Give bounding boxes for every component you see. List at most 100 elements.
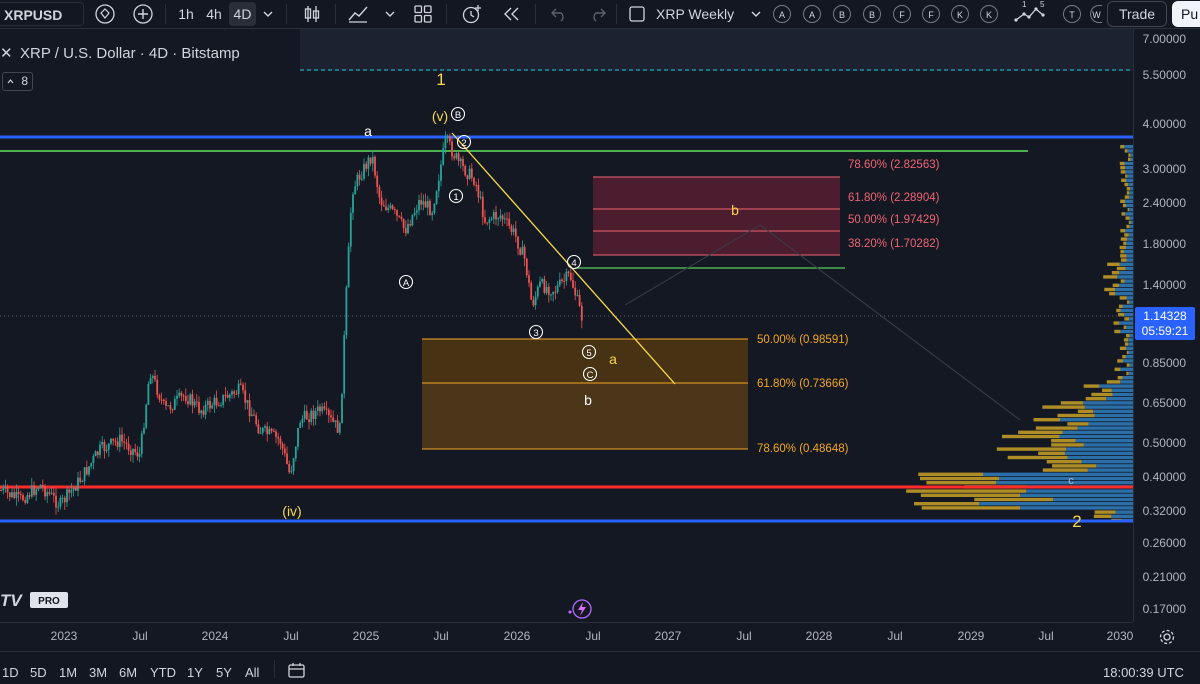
volume-profile-bar-up [1124, 195, 1130, 199]
range-5y[interactable]: 5Y [216, 665, 232, 680]
interval-4d[interactable]: 4D [229, 2, 256, 26]
publish-button[interactable]: Pu [1172, 1, 1200, 27]
calendar-icon[interactable] [287, 661, 307, 684]
volume-profile-bar-up [1114, 367, 1121, 371]
layout-square-icon[interactable] [626, 2, 648, 26]
alert-button-k[interactable]: K [980, 5, 998, 23]
alert-button-a[interactable]: A [803, 5, 821, 23]
candle-body [398, 215, 401, 217]
candle-body [387, 207, 390, 211]
candle-body [468, 168, 471, 180]
range-5d[interactable]: 5D [30, 665, 47, 680]
layout-name[interactable]: XRP Weekly [656, 2, 744, 26]
range-1m[interactable]: 1M [59, 665, 77, 680]
candle-body [453, 156, 456, 159]
volume-profile-bar-down [1066, 447, 1133, 451]
close-icon[interactable]: ✕ [0, 44, 13, 62]
candle-body [114, 440, 117, 442]
replay-icon[interactable] [498, 2, 524, 26]
price-chart[interactable]: 78.60% (2.82563) 61.80% (2.28904) 50.00%… [0, 29, 1133, 622]
price-tick: 7.00000 [1142, 32, 1186, 46]
candle-body [118, 434, 121, 447]
indicator-count-badge[interactable]: 8 [2, 72, 34, 91]
wave-label-iv: (iv) [282, 503, 301, 519]
range-1y[interactable]: 1Y [187, 665, 203, 680]
candle-body [103, 442, 106, 452]
candle-body [83, 467, 86, 482]
candle-body [90, 463, 93, 467]
utc-clock[interactable]: 18:00:39 UTC [1103, 665, 1184, 680]
interval-4h[interactable]: 4h [201, 2, 227, 26]
alert-button-k[interactable]: K [951, 5, 969, 23]
candle-body [532, 299, 535, 306]
candle-body [24, 500, 27, 503]
volume-profile-bar-down [1120, 308, 1133, 313]
candle-body [343, 335, 346, 394]
price-tick: 2.40000 [1142, 196, 1186, 210]
trade-button[interactable]: Trade [1107, 1, 1167, 27]
alert-button-f[interactable]: F [922, 5, 940, 23]
symbol-search-button[interactable]: XRPUSD [0, 2, 84, 26]
candle-body [481, 196, 484, 218]
time-tick: Jul [585, 629, 601, 643]
price-tick: 0.32000 [1142, 504, 1186, 518]
alert-clock-icon[interactable] [458, 2, 486, 26]
volume-profile-bar-down [1083, 443, 1133, 447]
interval-1h[interactable]: 1h [173, 2, 199, 26]
layout-grid-icon[interactable] [410, 2, 436, 26]
lightning-icon[interactable] [568, 599, 592, 619]
settings-gear-icon[interactable] [1158, 628, 1176, 651]
volume-profile-bar-up [1118, 313, 1125, 317]
time-tick: 2030 [1106, 629, 1134, 643]
candlestick-series [0, 131, 583, 515]
diamond-icon[interactable] [92, 2, 118, 26]
candle-body [470, 168, 473, 178]
chevron-down-icon[interactable] [747, 2, 765, 26]
volume-profile-bar-down [1124, 199, 1133, 203]
candle-body [475, 184, 478, 186]
candle-body [193, 401, 196, 406]
volume-profile-bar-up [918, 472, 984, 476]
chevron-down-icon[interactable] [259, 2, 277, 26]
candle-body [547, 286, 550, 295]
w-tool-button[interactable]: W [1090, 5, 1102, 23]
candle-body [178, 392, 181, 396]
volume-profile-bar-down [1126, 325, 1133, 329]
range-ytd[interactable]: YTD [150, 665, 176, 680]
volume-profile-bar-down [1125, 355, 1133, 359]
volume-profile-bar-down [1123, 250, 1133, 254]
range-all[interactable]: All [245, 665, 259, 680]
range-6m[interactable]: 6M [119, 665, 137, 680]
add-symbol-icon[interactable] [130, 2, 156, 26]
alert-button-b[interactable]: B [833, 5, 851, 23]
time-axis[interactable]: 2023 Jul 2024 Jul 2025 Jul 2026 Jul 2027… [0, 622, 1133, 650]
undo-icon[interactable] [546, 2, 572, 26]
price-tick: 5.50000 [1142, 68, 1186, 82]
candle-body [352, 194, 354, 213]
candle-body [382, 205, 385, 207]
range-1d[interactable]: 1D [2, 665, 19, 680]
chart-pane[interactable]: 78.60% (2.82563) 61.80% (2.28904) 50.00%… [0, 29, 1133, 622]
time-tick: Jul [736, 629, 752, 643]
text-tool-button[interactable]: T [1063, 5, 1081, 23]
candle-body [266, 426, 269, 435]
range-3m[interactable]: 3M [89, 665, 107, 680]
candle-body [268, 428, 271, 435]
candle-body [299, 423, 302, 428]
alert-button-a[interactable]: A [773, 5, 791, 23]
candles-icon[interactable] [299, 2, 325, 26]
volume-profile-bar-down [1115, 292, 1133, 296]
candle-body [448, 135, 451, 142]
indicators-icon[interactable] [344, 2, 372, 26]
volume-profile-bar-up [1119, 161, 1125, 166]
redo-icon[interactable] [585, 2, 611, 26]
alert-button-b[interactable]: B [863, 5, 881, 23]
toolbar-divider [535, 4, 536, 24]
candle-body [356, 174, 359, 187]
chevron-down-icon[interactable] [381, 2, 399, 26]
volume-profile-bar-up [1120, 145, 1125, 149]
toolbar-divider [616, 4, 617, 24]
alert-button-f[interactable]: F [893, 5, 911, 23]
volume-profile-bar-up [1094, 510, 1116, 514]
volume-profile-bar-down [996, 481, 1133, 485]
